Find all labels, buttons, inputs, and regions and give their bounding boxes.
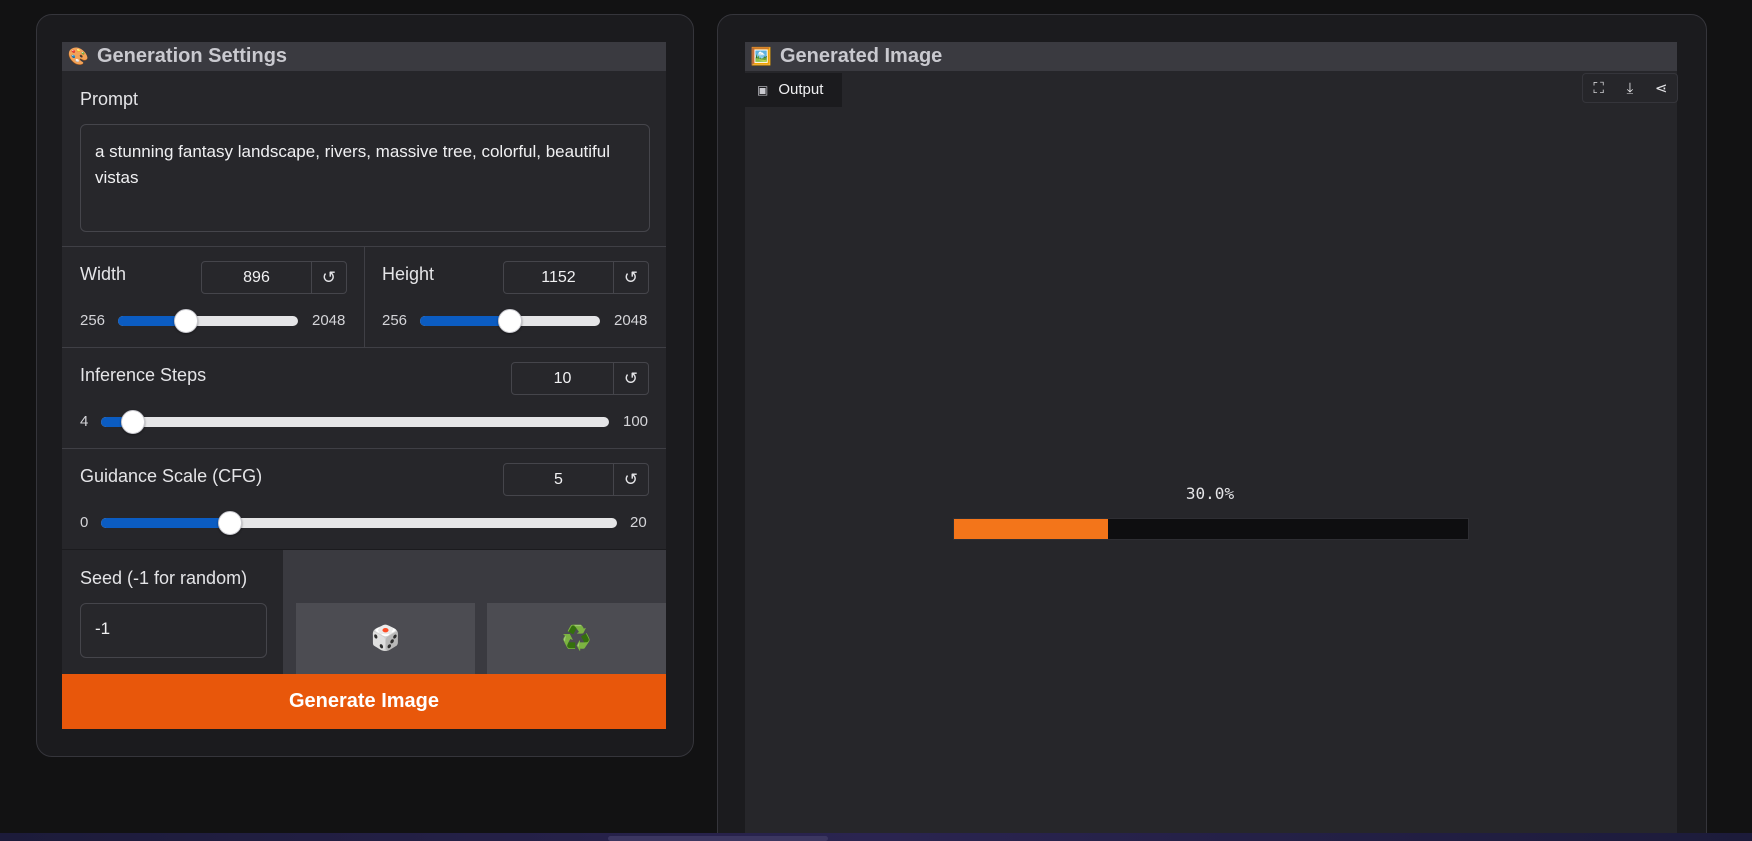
- output-header: 🖼️ Generated Image: [745, 42, 1677, 71]
- steps-slider-thumb[interactable]: [120, 410, 145, 434]
- width-number-input: 896 ↺: [201, 261, 347, 294]
- width-slider-thumb[interactable]: [174, 309, 199, 333]
- cfg-max: 20: [630, 514, 647, 531]
- height-min: 256: [382, 312, 408, 329]
- height-max: 2048: [614, 312, 648, 329]
- steps-reset-icon[interactable]: ↺: [613, 363, 648, 394]
- width-max: 2048: [312, 312, 346, 329]
- recycle-icon: ♻️: [561, 625, 592, 652]
- height-reset-icon[interactable]: ↺: [613, 262, 648, 293]
- steps-label: Inference Steps: [80, 365, 207, 385]
- seed-input[interactable]: -1: [80, 603, 267, 658]
- settings-header: 🎨 Generation Settings: [62, 42, 666, 71]
- random-seed-button[interactable]: 🎲: [296, 603, 475, 674]
- tab-output[interactable]: ▣ Output: [745, 73, 842, 107]
- cfg-number-input: 5 ↺: [503, 463, 649, 496]
- width-min: 256: [80, 312, 106, 329]
- height-value[interactable]: 1152: [504, 262, 613, 293]
- cfg-min: 0: [80, 514, 89, 531]
- cfg-slider-thumb[interactable]: [218, 511, 242, 535]
- height-number-input: 1152 ↺: [503, 261, 649, 294]
- steps-max: 100: [623, 413, 649, 430]
- cfg-slider-fill: [101, 518, 230, 528]
- width-value[interactable]: 896: [202, 262, 311, 293]
- share-icon[interactable]: ⋖: [1646, 74, 1677, 102]
- settings-title: Generation Settings: [97, 45, 288, 67]
- reuse-seed-button[interactable]: ♻️: [487, 603, 666, 674]
- cfg-reset-icon[interactable]: ↺: [613, 464, 648, 495]
- progress-bar-fill: [954, 519, 1109, 539]
- width-label: Width: [80, 264, 127, 284]
- output-title: Generated Image: [780, 45, 943, 67]
- height-label: Height: [382, 264, 435, 284]
- steps-value[interactable]: 10: [512, 363, 613, 394]
- taskbar: [0, 833, 1752, 841]
- height-slider-fill: [420, 316, 510, 326]
- height-slider[interactable]: [420, 309, 600, 333]
- generate-image-button[interactable]: Generate Image: [62, 674, 666, 729]
- width-reset-icon[interactable]: ↺: [311, 262, 346, 293]
- tab-output-label: Output: [778, 81, 824, 98]
- progress-bar: [953, 518, 1469, 540]
- cfg-slider[interactable]: [101, 511, 617, 535]
- steps-slider[interactable]: [101, 410, 609, 434]
- taskbar-item: [608, 836, 828, 841]
- download-icon[interactable]: ⤓: [1614, 74, 1645, 102]
- picture-icon: 🖼️: [750, 47, 773, 66]
- image-icon: ▣: [757, 82, 769, 97]
- steps-min: 4: [80, 413, 89, 430]
- prompt-label: Prompt: [80, 89, 139, 109]
- cfg-label: Guidance Scale (CFG): [80, 466, 263, 486]
- dice-icon: 🎲: [370, 625, 401, 652]
- progress-percent: 30.0%: [1185, 484, 1235, 503]
- cfg-value[interactable]: 5: [504, 464, 613, 495]
- fullscreen-icon[interactable]: ⛶: [1583, 74, 1614, 102]
- output-toolbar: ⛶ ⤓ ⋖: [1582, 73, 1678, 103]
- palette-icon: 🎨: [67, 47, 90, 66]
- seed-label: Seed (-1 for random): [80, 568, 248, 588]
- width-slider[interactable]: [118, 309, 298, 333]
- output-image-area: [745, 71, 1677, 841]
- steps-number-input: 10 ↺: [511, 362, 649, 395]
- height-slider-thumb[interactable]: [498, 309, 522, 333]
- prompt-textarea[interactable]: a stunning fantasy landscape, rivers, ma…: [80, 124, 650, 232]
